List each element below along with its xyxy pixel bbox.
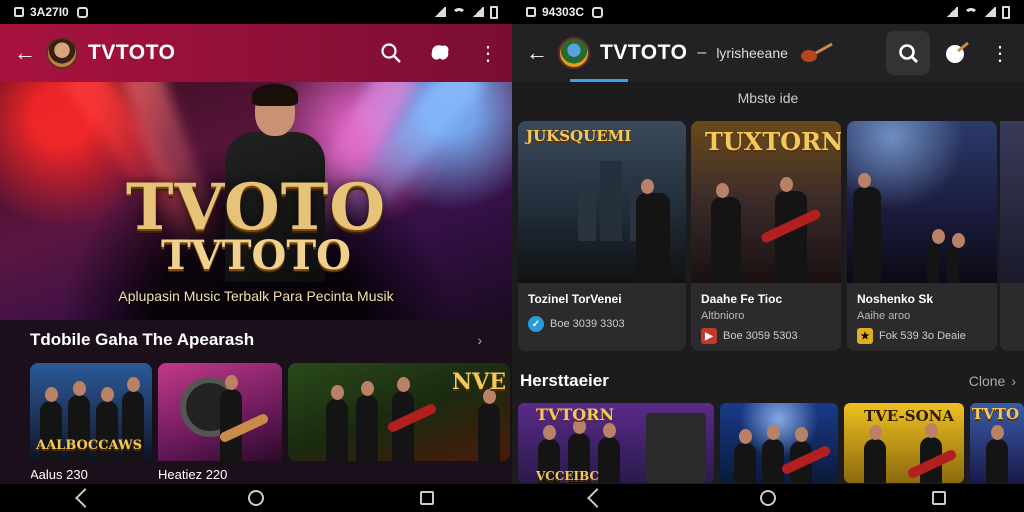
card-overlay-text: TUXTORN bbox=[705, 127, 841, 156]
more-vert-icon[interactable]: ⋮ bbox=[990, 41, 1010, 66]
section-header: Tdobile Gaha The Apearash › bbox=[0, 330, 512, 350]
card-subtitle: Aaihe aroo bbox=[857, 310, 911, 322]
card-title: Noshenko Sk bbox=[857, 292, 934, 306]
tile-overlay-text: TVTO bbox=[972, 405, 1020, 423]
app-notification-icon bbox=[592, 6, 604, 18]
system-nav-bar bbox=[0, 484, 512, 512]
album-card[interactable]: NVE bbox=[288, 363, 510, 461]
card-title: Daahe Fe Tioc bbox=[701, 292, 783, 306]
card-overlay-text: NVE bbox=[452, 369, 506, 395]
album-tile[interactable]: TVE-SONA bbox=[844, 403, 964, 483]
nav-back-icon[interactable] bbox=[75, 488, 95, 508]
check-badge-icon: ✓ bbox=[528, 316, 544, 332]
app-logo-avatar bbox=[46, 37, 78, 69]
card-meta: Fok 539 3o Deaie bbox=[879, 330, 966, 342]
nav-home-icon[interactable] bbox=[760, 490, 776, 506]
featured-card[interactable]: Noshenko Sk Aaihe aroo ★ Fok 539 3o Deaie bbox=[847, 121, 997, 351]
app-bar: ← TVTOTO – lyrisheeane ⋮ bbox=[512, 24, 1024, 82]
notification-icon bbox=[14, 7, 24, 17]
tile-overlay-text: VCCEIBC bbox=[536, 469, 600, 483]
notification-icon bbox=[526, 7, 536, 17]
card-meta: Boe 3059 5303 bbox=[723, 330, 798, 342]
tile-overlay-text: TVE-SONA bbox=[864, 407, 954, 425]
hero-banner[interactable]: TVOTO TVTOTO Aplupasin Music Terbalk Par… bbox=[0, 82, 512, 320]
album-card[interactable]: Heatiez 220 bbox=[158, 363, 282, 482]
battery-icon bbox=[490, 5, 498, 19]
card-meta: Boe 3039 3303 bbox=[550, 318, 625, 330]
guitar-pick-icon[interactable] bbox=[944, 41, 970, 65]
featured-card[interactable]: JUKSQUEMI Tozinel TorVenei ✓ Boe 3039 330… bbox=[518, 121, 686, 351]
app-bar: ← TVTOTO ⋮ bbox=[0, 24, 512, 82]
album-card[interactable]: AALBOCCAWS Aalus 230 bbox=[30, 363, 152, 482]
system-nav-bar bbox=[512, 484, 1024, 512]
card-subtitle: Altbnioro bbox=[701, 310, 745, 322]
card-overlay-text: JUKSQUEMI bbox=[526, 127, 632, 145]
more-vert-icon[interactable]: ⋮ bbox=[478, 41, 498, 66]
hero-subtitle: Aplupasin Music Terbalk Para Pecinta Mus… bbox=[118, 288, 394, 304]
back-arrow-icon[interactable]: ← bbox=[14, 40, 36, 66]
app-title: TVTOTO bbox=[88, 41, 176, 64]
hero-title-secondary: TVTOTO bbox=[160, 232, 352, 279]
nav-recents-icon[interactable] bbox=[420, 491, 434, 505]
phone-screen-right: 94303C ← TVTOTO – lyrisheeane ⋮ Mbste id… bbox=[512, 0, 1024, 512]
album-tile[interactable]: TVTORN VCCEIBC bbox=[518, 403, 714, 483]
status-time: 3A27I0 bbox=[30, 5, 69, 19]
album-tile[interactable] bbox=[720, 403, 838, 483]
search-icon[interactable] bbox=[886, 31, 930, 75]
guitar-icon bbox=[800, 42, 834, 64]
play-badge-icon: ▶ bbox=[701, 328, 717, 344]
vibrate-icon bbox=[946, 7, 958, 17]
title-separator: – bbox=[697, 44, 707, 61]
star-badge-icon: ★ bbox=[857, 328, 873, 344]
nav-home-icon[interactable] bbox=[248, 490, 264, 506]
chevron-right-icon[interactable]: › bbox=[477, 332, 482, 348]
app-notification-icon bbox=[76, 6, 88, 18]
album-tile[interactable]: TVTO bbox=[970, 403, 1024, 483]
nav-recents-icon[interactable] bbox=[932, 491, 946, 505]
see-more-link[interactable]: Clone › bbox=[969, 373, 1016, 389]
app-subtitle: lyrisheeane bbox=[716, 45, 788, 61]
section-title: Tdobile Gaha The Apearash bbox=[30, 330, 255, 349]
card-caption: Aalus 230 bbox=[30, 467, 88, 482]
wifi-icon bbox=[964, 7, 978, 17]
card-caption: Heatiez 220 bbox=[158, 467, 228, 482]
section-title: Mbste ide bbox=[737, 90, 799, 106]
vibrate-icon bbox=[434, 7, 446, 17]
battery-icon bbox=[1002, 5, 1010, 19]
featured-card-peek[interactable] bbox=[1000, 121, 1024, 351]
status-bar: 94303C bbox=[512, 0, 1024, 24]
wifi-icon bbox=[452, 7, 466, 17]
section-title: Hersttaeier bbox=[520, 371, 609, 390]
phone-screen-left: 3A27I0 ← TVTOTO ⋮ TVOTO TVTOTO Aplupasin… bbox=[0, 0, 512, 512]
search-icon[interactable] bbox=[380, 42, 402, 64]
status-time: 94303C bbox=[542, 5, 585, 19]
back-arrow-icon[interactable]: ← bbox=[526, 40, 548, 66]
tile-overlay-text: TVTORN bbox=[536, 405, 615, 424]
section-header: Hersttaeier Clone › bbox=[512, 371, 1024, 391]
guitar-pick-icon[interactable] bbox=[428, 42, 452, 64]
nav-back-icon[interactable] bbox=[587, 488, 607, 508]
app-title: TVTOTO bbox=[600, 41, 688, 64]
card-overlay-text: AALBOCCAWS bbox=[36, 438, 142, 453]
status-bar: 3A27I0 bbox=[0, 0, 512, 24]
active-tab-indicator bbox=[570, 79, 628, 82]
featured-card[interactable]: TUXTORN Daahe Fe Tioc Altbnioro ▶ Boe 305… bbox=[691, 121, 841, 351]
card-title: Tozinel TorVenei bbox=[528, 292, 622, 306]
chevron-right-icon: › bbox=[1011, 373, 1016, 389]
app-logo-avatar bbox=[558, 37, 590, 69]
signal-icon bbox=[472, 7, 484, 17]
signal-icon bbox=[984, 7, 996, 17]
